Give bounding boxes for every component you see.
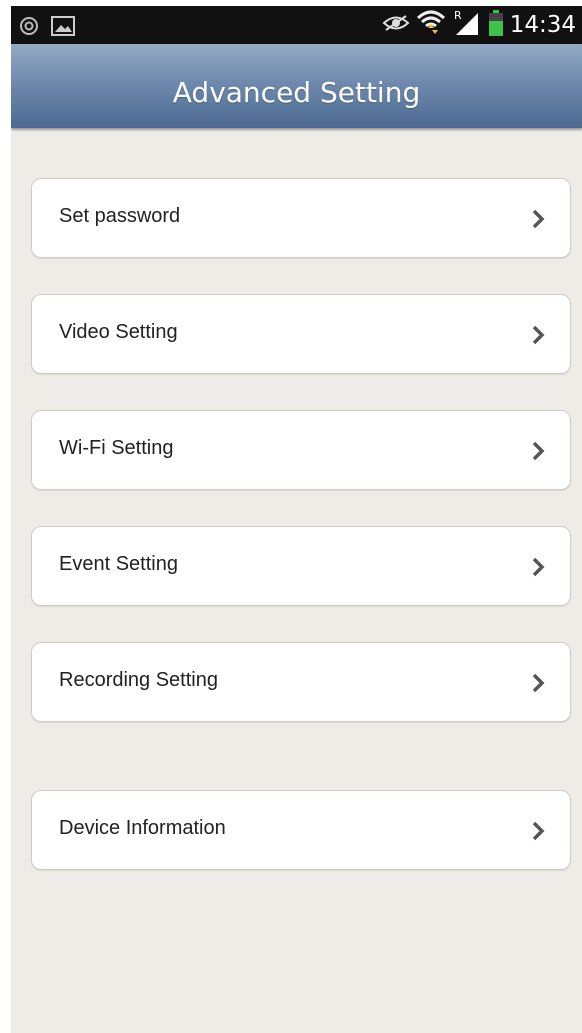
menu-item-set-password[interactable]: Set password <box>31 178 571 258</box>
battery-icon <box>488 9 504 41</box>
eye-icon <box>382 14 410 36</box>
title-bar: Advanced Setting <box>11 44 582 128</box>
status-time: 14:34 <box>509 12 576 38</box>
notification-icon <box>19 16 39 40</box>
chevron-right-icon <box>528 207 548 231</box>
menu-item-device-information[interactable]: Device Information <box>31 790 571 870</box>
menu-item-label: Video Setting <box>59 321 178 343</box>
menu-item-label: Event Setting <box>59 553 178 575</box>
menu-item-label: Wi-Fi Setting <box>59 437 174 459</box>
menu-item-recording-setting[interactable]: Recording Setting <box>31 642 571 722</box>
signal-icon: R <box>452 9 482 41</box>
chevron-right-icon <box>528 555 548 579</box>
chevron-right-icon <box>528 323 548 347</box>
status-icons: R 14:34 <box>382 6 576 44</box>
svg-text:R: R <box>454 9 462 22</box>
menu-item-label: Recording Setting <box>59 669 218 691</box>
chevron-right-icon <box>528 439 548 463</box>
menu-item-label: Set password <box>59 205 181 227</box>
page-title: Advanced Setting <box>172 76 421 109</box>
image-icon <box>51 16 75 40</box>
screen: R 14:34 Advanced Setting Set password Vi… <box>11 6 582 1033</box>
chevron-right-icon <box>528 671 548 695</box>
wifi-icon <box>416 10 446 40</box>
menu-item-wifi-setting[interactable]: Wi-Fi Setting <box>31 410 571 490</box>
menu-item-event-setting[interactable]: Event Setting <box>31 526 571 606</box>
menu-item-video-setting[interactable]: Video Setting <box>31 294 571 374</box>
chevron-right-icon <box>528 819 548 843</box>
status-bar: R 14:34 <box>11 6 582 44</box>
menu-item-label: Device Information <box>59 817 226 839</box>
